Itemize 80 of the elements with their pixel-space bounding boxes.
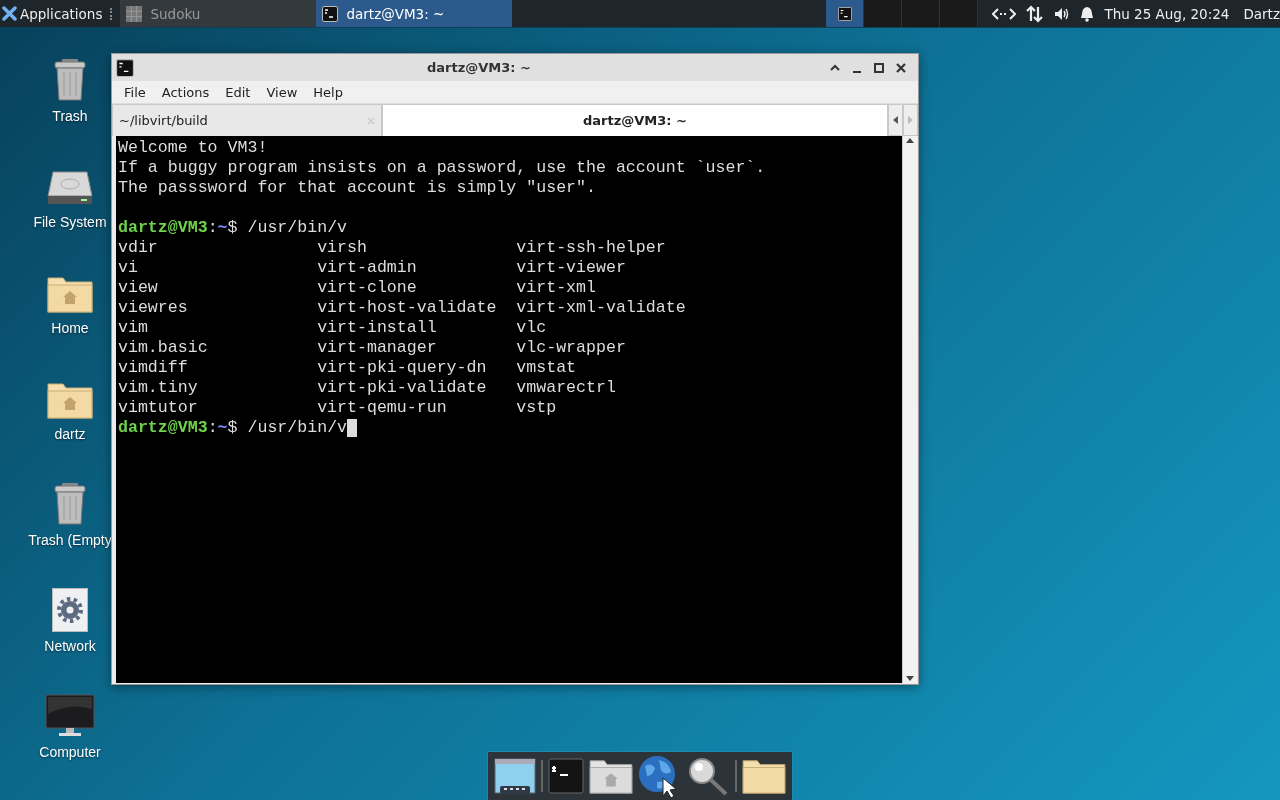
chevron-up-icon — [830, 64, 840, 71]
terminal-text: If a buggy program insists on a password, use the account `user`. — [118, 158, 766, 178]
xfce-logo-icon — [2, 6, 17, 21]
tab[interactable]: ~/libvirt/build — [112, 104, 382, 136]
terminal-text: Welcome to VM3! — [118, 138, 268, 158]
completion-item: virt-xml — [516, 278, 596, 298]
monitor-icon — [45, 694, 95, 738]
completion-item: vlc-wrapper — [516, 338, 626, 358]
grid-icon — [126, 5, 143, 22]
completion-item: virt-qemu-run — [317, 398, 447, 418]
close-icon — [896, 62, 906, 73]
completion-item: virsh — [317, 238, 367, 258]
terminal-text: The passsword for that account is simply "user". — [118, 178, 596, 198]
home-folder-icon[interactable] — [588, 758, 633, 794]
completion-item: vim — [118, 318, 148, 338]
terminal-icon — [322, 5, 339, 22]
desktop-icon-label[interactable]: dartz — [54, 426, 86, 442]
desktop-icon-label[interactable]: File System — [33, 214, 107, 230]
prompt-line: dartz@VM3:~$ /usr/bin/v — [118, 418, 348, 438]
gear-icon — [52, 588, 88, 632]
completion-item: vmwarectrl — [516, 378, 616, 398]
home-folder-icon — [47, 380, 93, 420]
completion-item: vimtutor — [118, 398, 198, 418]
desktop-icon-label[interactable]: Network — [44, 638, 96, 654]
completion-item: vim.tiny — [118, 378, 198, 398]
completion-item: virt-admin — [317, 258, 417, 278]
completion-item: virt-clone — [317, 278, 417, 298]
completion-item: virt-host-validate — [317, 298, 497, 318]
menu-item[interactable]: Help — [305, 84, 351, 100]
terminal-icon — [116, 58, 134, 77]
completion-item: vimdiff — [118, 358, 188, 378]
menu-item[interactable]: Edit — [217, 84, 259, 100]
window-title: dartz@VM3: ~ — [426, 60, 532, 75]
completion-item: virt-install — [317, 318, 437, 338]
completion-item: vlc — [516, 318, 547, 338]
arrow-down-icon — [906, 676, 914, 681]
home-folder-icon — [47, 274, 93, 314]
completion-item: view — [118, 278, 158, 298]
completion-item: vi — [118, 258, 138, 278]
completion-item: virt-viewer — [516, 258, 626, 278]
taskbar-button[interactable]: dartz@VM3: ~ — [316, 0, 513, 27]
maximize-icon — [874, 62, 884, 73]
arrow-up-icon — [906, 138, 914, 143]
folder-icon[interactable] — [741, 758, 786, 794]
completion-item: virt-manager — [317, 338, 437, 358]
completion-item: vstp — [516, 398, 557, 418]
scrollbar[interactable] — [902, 136, 917, 683]
applications-menu[interactable]: Applications — [0, 0, 107, 27]
volume-icon — [1054, 6, 1071, 21]
scroll-left-button[interactable] — [888, 104, 903, 136]
completion-item: vdir — [118, 238, 158, 258]
desktop-icon-label[interactable]: Trash (Empty — [28, 532, 112, 548]
desktop-icon-label[interactable]: Home — [51, 320, 89, 336]
notification-bell-icon — [1080, 5, 1095, 22]
menu-item[interactable]: Actions — [153, 84, 218, 100]
tab[interactable]: dartz@VM3: ~ — [382, 104, 888, 136]
completion-item: virt-xml-validate — [516, 298, 686, 318]
completion-item: virt-pki-query-dn — [317, 358, 487, 378]
network-icon — [992, 6, 1017, 21]
prompt-line: dartz@VM3:~$ /usr/bin/v — [118, 218, 348, 238]
desktop-icon-label[interactable]: Computer — [39, 744, 101, 760]
arrow-left-icon — [893, 116, 898, 124]
desktop-icon-label[interactable]: Trash — [52, 108, 88, 124]
minimize-icon — [852, 70, 862, 73]
taskbar-button[interactable]: Sudoku — [120, 0, 317, 27]
workspace[interactable] — [826, 0, 865, 27]
terminal-icon — [837, 6, 852, 21]
completion-item: virt-ssh-helper — [516, 238, 666, 258]
completion-item: virt-pki-validate — [317, 378, 487, 398]
completion-item: vmstat — [516, 358, 577, 378]
clock[interactable]: Thu 25 Aug, 20:24 — [1104, 5, 1230, 22]
terminal-icon[interactable] — [547, 758, 584, 794]
completion-item: vim.basic — [118, 338, 208, 358]
transfer-icon — [1026, 4, 1045, 23]
completion-item: viewres — [118, 298, 188, 318]
user-name[interactable]: Dartz — [1243, 5, 1280, 22]
arrow-right-icon — [908, 116, 913, 124]
show-desktop-icon[interactable] — [494, 757, 537, 795]
menu-item[interactable]: View — [258, 84, 306, 100]
menu-item[interactable]: File — [116, 84, 154, 100]
